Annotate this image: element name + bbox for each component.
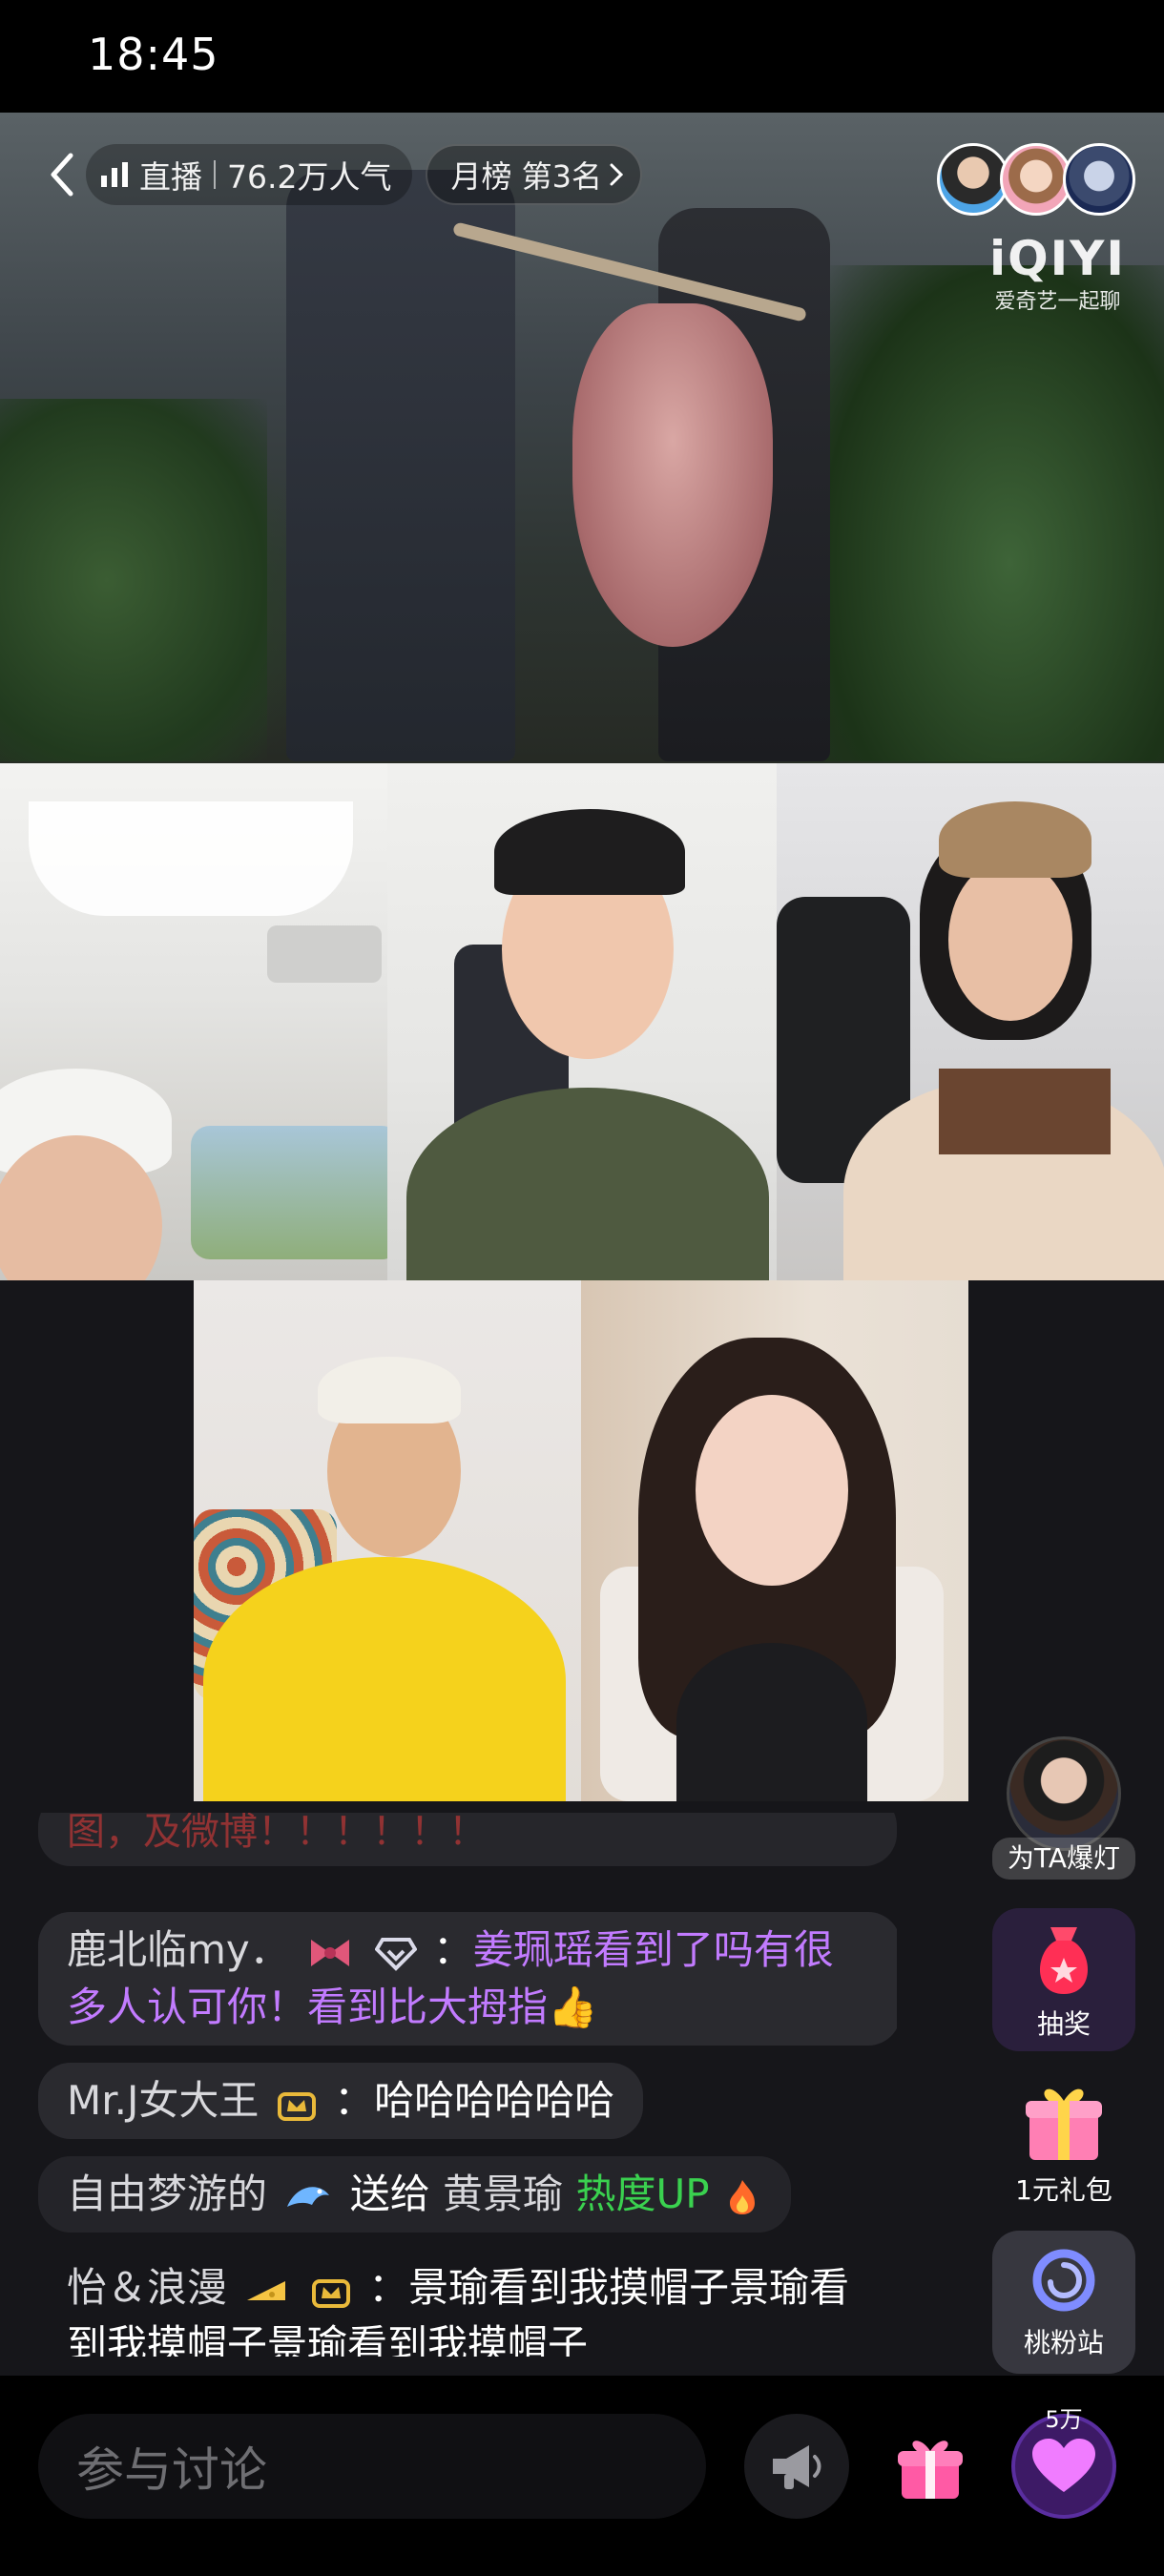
- gift-to-label: 送给: [349, 2171, 430, 2217]
- chevron-right-icon: [610, 163, 624, 186]
- brand-logo: iQIYI: [988, 231, 1126, 286]
- live-info-pill[interactable]: 直播 76.2万人气: [86, 144, 413, 205]
- gift-name: 热度UP: [575, 2171, 710, 2217]
- guest-face: [948, 859, 1072, 1021]
- like-count: 5万: [1045, 2406, 1083, 2433]
- gift-button[interactable]: [878, 2414, 983, 2519]
- bow-badge-icon: [311, 1939, 350, 1966]
- spotlight-label: 为TA爆灯: [992, 1838, 1135, 1880]
- back-icon: [51, 153, 73, 197]
- status-time: 18:45: [88, 29, 219, 80]
- chat-text: 哈哈哈哈哈哈: [374, 2077, 615, 2124]
- gift-icon: [898, 2441, 963, 2499]
- chat-list[interactable]: 图，及微博！！！！！！ 鹿北临my． ：姜珮瑶看到了吗有很多人认可你！看到比大拇…: [38, 1813, 897, 2357]
- divider: [214, 160, 216, 189]
- diamond-badge-icon: [374, 1937, 417, 1971]
- guest-video-tile[interactable]: [777, 763, 1164, 1280]
- spotlight-button[interactable]: 为TA爆灯: [992, 1736, 1135, 1880]
- guest-video-tile[interactable]: [581, 1280, 968, 1801]
- gift-pack-button[interactable]: 1元礼包: [992, 2070, 1135, 2213]
- viewer-avatars[interactable]: [937, 143, 1135, 216]
- video-scene-tree: [0, 399, 267, 761]
- lottery-button[interactable]: 抽奖: [992, 1908, 1135, 2051]
- chat-message: 鹿北临my． ：姜珮瑶看到了吗有很多人认可你！看到比大拇指👍: [38, 1912, 897, 2046]
- chat-colon: ：: [334, 2077, 375, 2124]
- guest-face: [696, 1395, 848, 1586]
- gift-recipient[interactable]: 黄景瑜: [443, 2171, 563, 2217]
- guest-cap: [939, 801, 1091, 878]
- crown-badge-icon: [277, 2091, 316, 2121]
- brand-watermark: iQIYI 爱奇艺一起聊: [989, 231, 1126, 315]
- signal-icon: [101, 162, 128, 187]
- gift-pack-label: 1元礼包: [1015, 2174, 1112, 2206]
- cheese-badge-icon: [247, 2280, 286, 2300]
- back-button[interactable]: [38, 141, 86, 208]
- lottery-bag-icon: [1039, 1927, 1089, 1994]
- guest-top: [676, 1643, 867, 1801]
- fan-station-button[interactable]: 桃粉站: [992, 2231, 1135, 2374]
- fire-icon: [729, 2179, 755, 2214]
- live-label: 直播: [139, 158, 202, 196]
- guest-cap: [318, 1357, 461, 1423]
- chat-message: 图，及微博！！！！！！: [38, 1813, 897, 1866]
- crown-badge-icon: [311, 2278, 350, 2308]
- chat-colon: ：: [368, 2264, 409, 2311]
- lottery-label: 抽奖: [1036, 2008, 1091, 2040]
- video-scene-bush: [821, 265, 1164, 761]
- heart-icon: [1032, 2439, 1095, 2492]
- live-header: 直播 76.2万人气 月榜 第3名: [38, 141, 643, 208]
- guest-video-tile[interactable]: [194, 1280, 581, 1801]
- avatar[interactable]: [1063, 143, 1135, 216]
- car-window: [191, 1126, 387, 1259]
- gift-message: 自由梦游的 送给 黄景瑜 热度UP: [38, 2156, 791, 2233]
- car-visor: [267, 925, 382, 983]
- comment-placeholder: 参与讨论: [76, 2442, 267, 2498]
- monthly-rank-button[interactable]: 月榜 第3名: [426, 144, 643, 205]
- fan-station-icon: [1032, 2249, 1095, 2312]
- guest-video-tile[interactable]: [387, 763, 777, 1280]
- guest-shirt: [203, 1557, 566, 1801]
- brand-subtitle: 爱奇艺一起聊: [994, 290, 1121, 314]
- megaphone-icon: [773, 2445, 821, 2489]
- guest-top: [939, 1069, 1111, 1154]
- chat-username[interactable]: 自由梦游的: [67, 2171, 267, 2217]
- rank-label: 月榜 第3名: [450, 158, 603, 195]
- chat-username[interactable]: 怡＆浪漫: [67, 2264, 227, 2311]
- chat-text: 图，及微博！！！！！！: [67, 1813, 487, 1854]
- comment-input[interactable]: 参与讨论: [38, 2414, 706, 2519]
- chat-colon: ：: [432, 1926, 473, 1973]
- chat-username[interactable]: Mr.J女大王: [67, 2077, 259, 2124]
- status-bar: 18:45: [0, 0, 1164, 113]
- chat-message: Mr.J女大王 ：哈哈哈哈哈哈: [38, 2063, 644, 2139]
- host-avatar: [1007, 1736, 1121, 1851]
- gift-box-icon: [1026, 2088, 1102, 2160]
- popularity-count: 76.2万人气: [227, 158, 392, 196]
- fan-station-label: 桃粉站: [1023, 2327, 1104, 2358]
- dolphin-badge-icon: [287, 2186, 330, 2207]
- avatar[interactable]: [1000, 143, 1072, 216]
- video-scene-person-left: [286, 170, 515, 761]
- car-ceiling: [29, 801, 353, 916]
- avatar[interactable]: [937, 143, 1009, 216]
- guest-video-tile[interactable]: [0, 763, 387, 1280]
- megaphone-button[interactable]: [744, 2414, 849, 2519]
- video-scene-carcass: [572, 303, 773, 647]
- chat-username[interactable]: 鹿北临my．: [67, 1926, 290, 1973]
- guest-hair: [494, 809, 685, 895]
- chat-message: 怡＆浪漫 ：景瑜看到我摸帽子景瑜看到我摸帽子景瑜看到我摸帽子: [38, 2250, 897, 2357]
